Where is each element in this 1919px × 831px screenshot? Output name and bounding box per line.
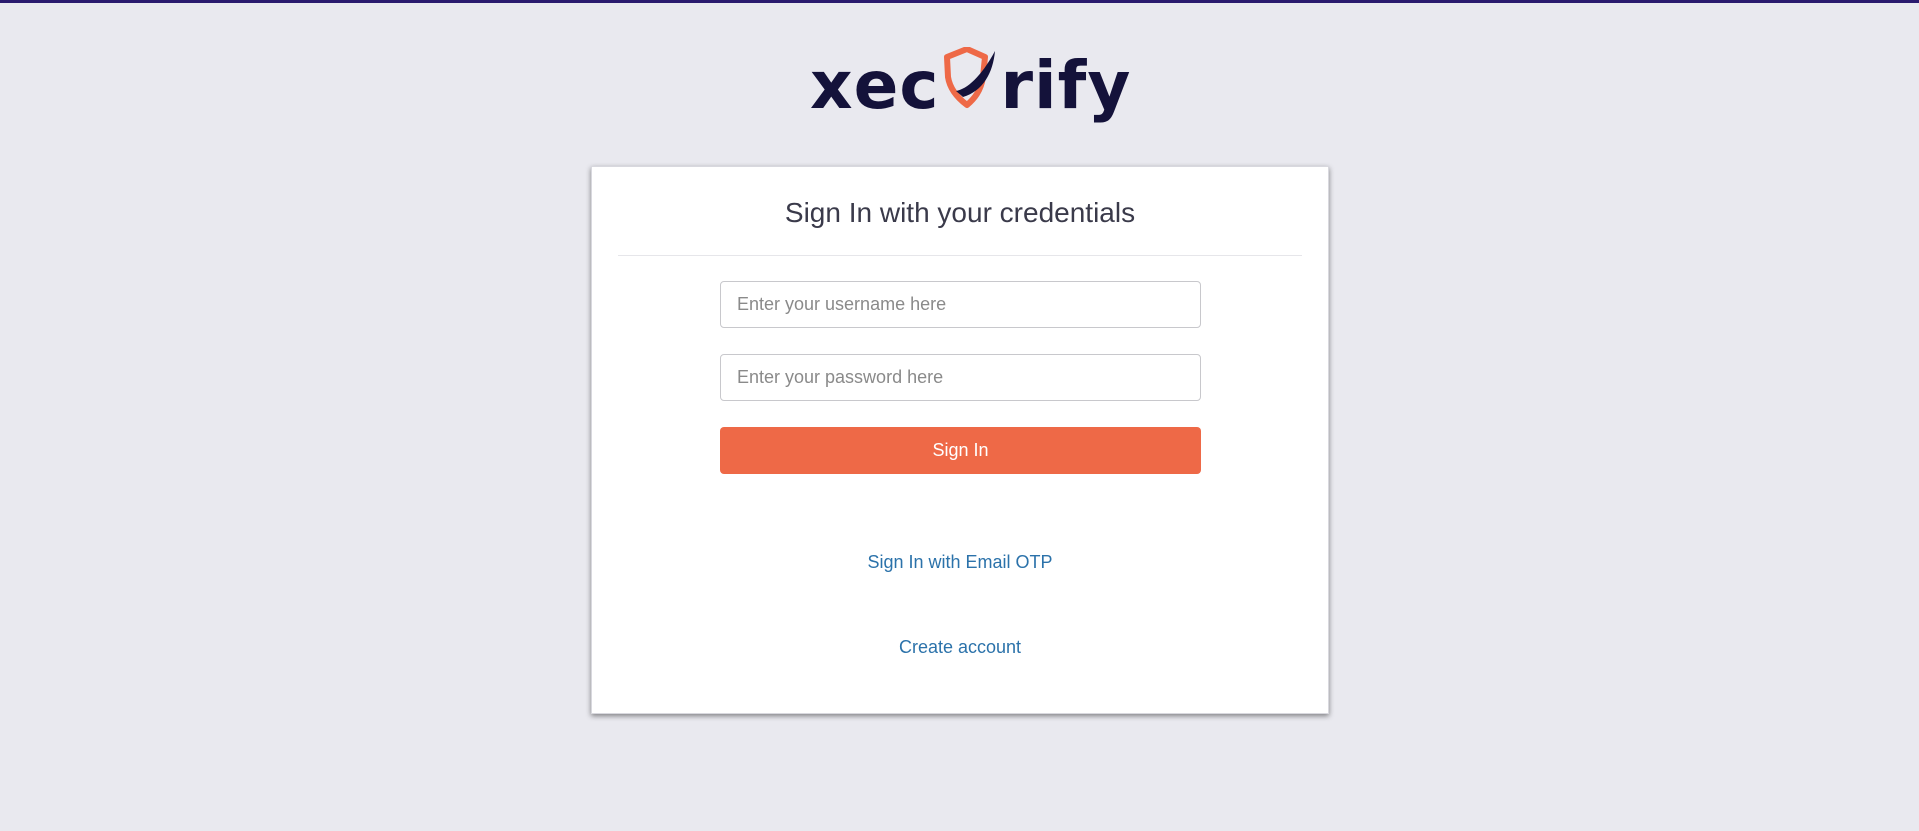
- password-input[interactable]: [720, 354, 1201, 401]
- title-divider: [618, 255, 1302, 256]
- sign-in-button[interactable]: Sign In: [720, 427, 1201, 474]
- logo-text-suffix: rify: [1000, 47, 1132, 124]
- top-accent-bar: [0, 0, 1919, 3]
- logo-text-prefix: xec: [810, 47, 940, 124]
- email-otp-link[interactable]: Sign In with Email OTP: [592, 552, 1328, 573]
- create-account-link[interactable]: Create account: [592, 637, 1328, 658]
- shield-icon: [941, 46, 999, 121]
- login-title: Sign In with your credentials: [784, 197, 1136, 228]
- brand-logo: xec rify: [810, 46, 1130, 126]
- login-card: Sign In with your credentials Sign In Si…: [591, 166, 1329, 714]
- username-input[interactable]: [720, 281, 1201, 328]
